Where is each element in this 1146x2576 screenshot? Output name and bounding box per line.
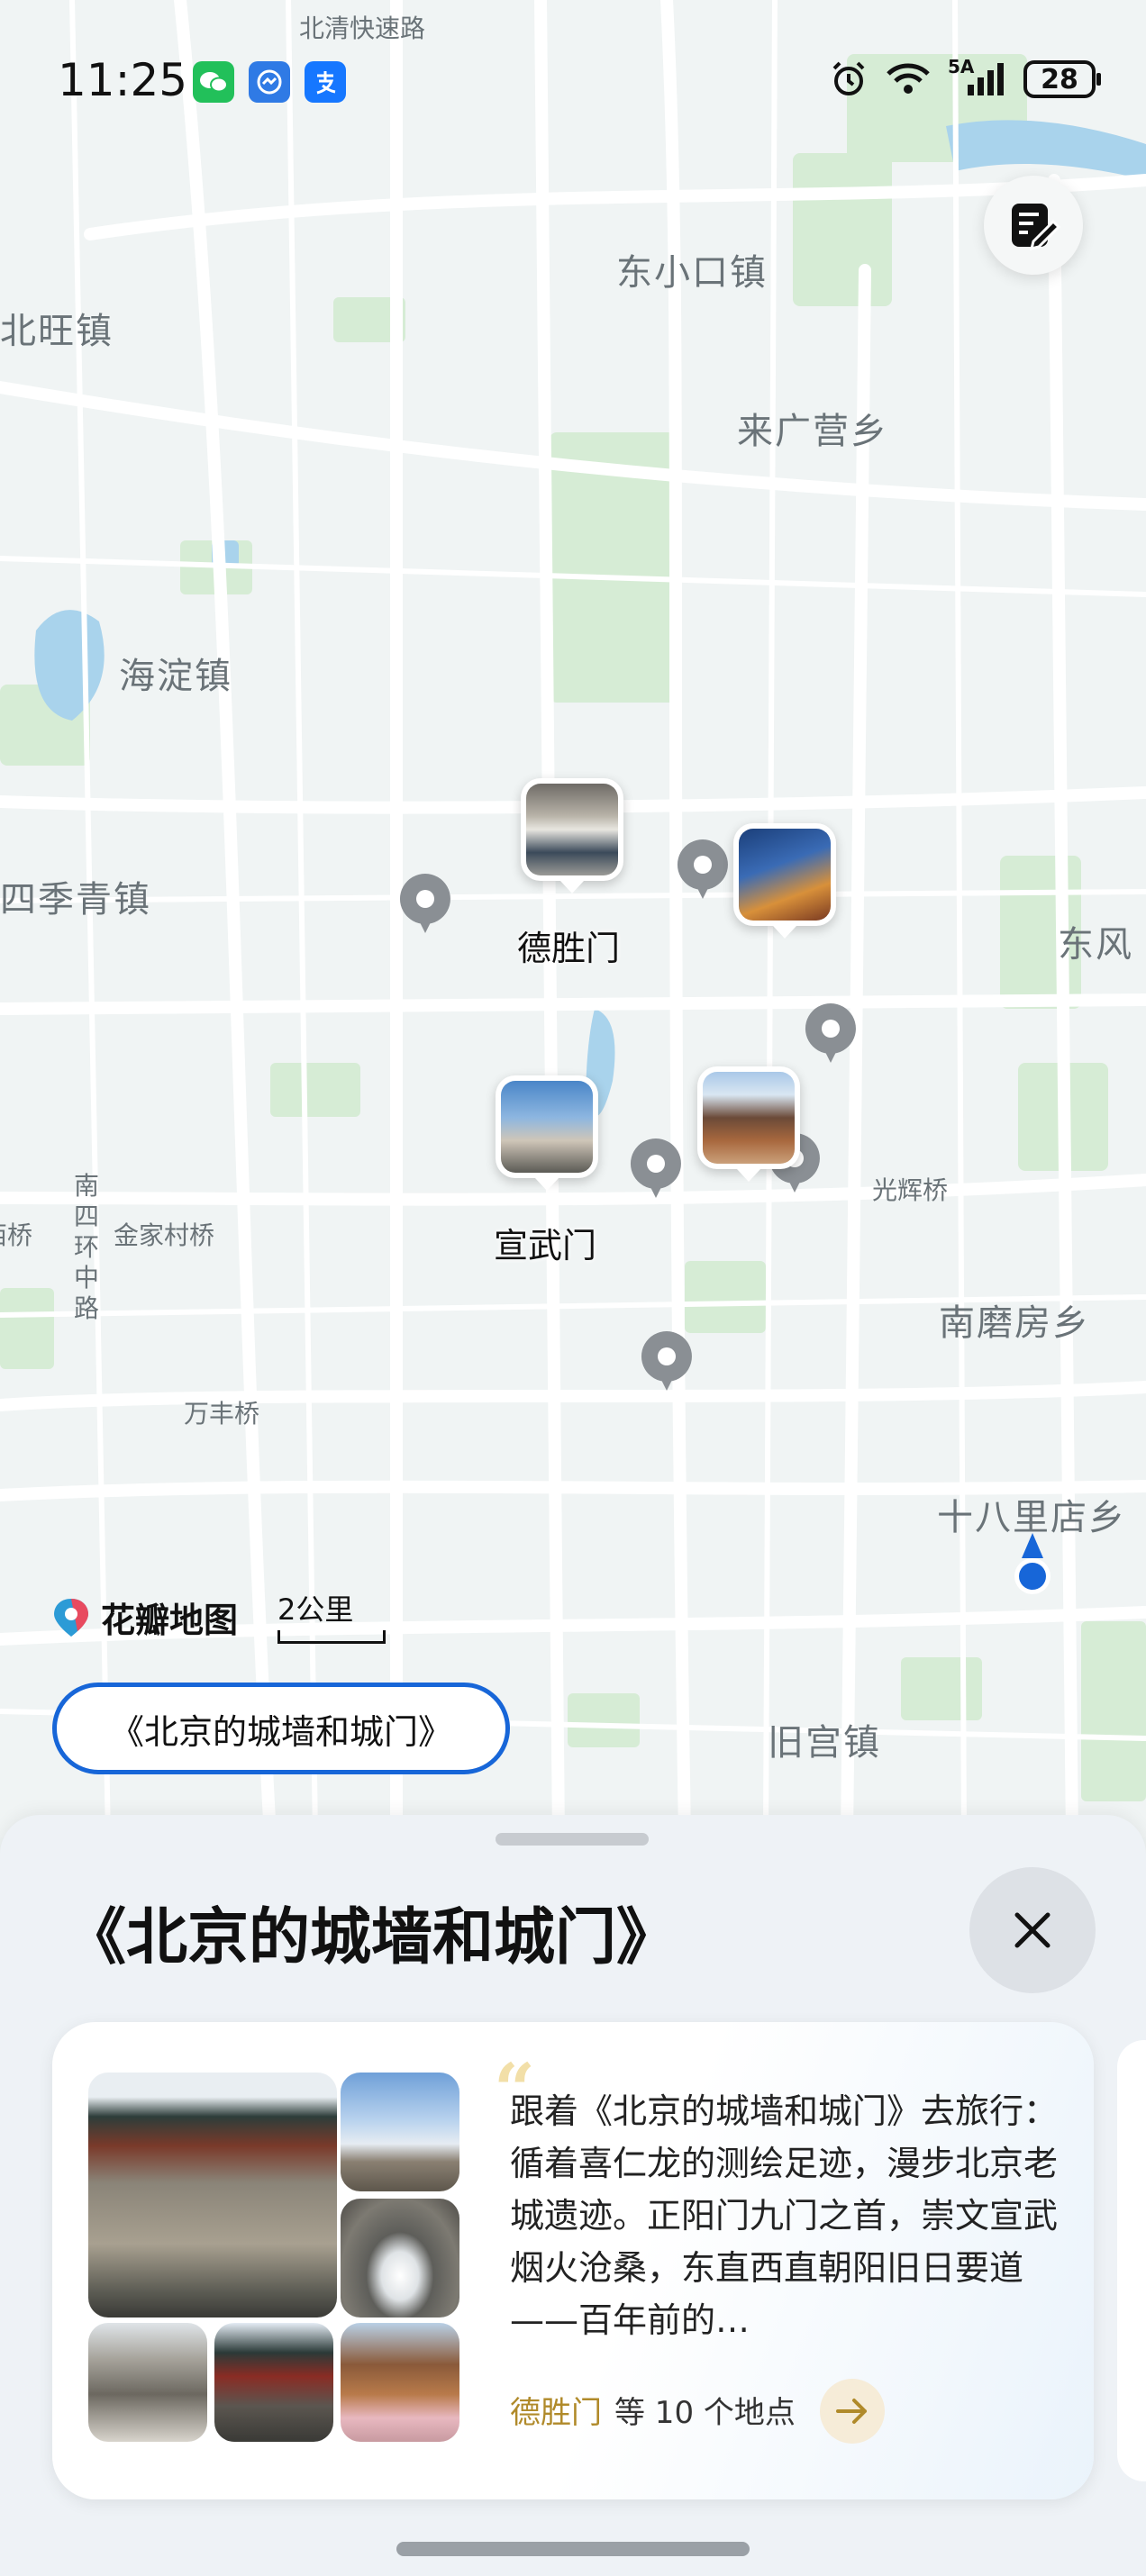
map-base xyxy=(0,0,1146,1837)
status-bar: 11:25 5A 28 xyxy=(0,54,1146,117)
messages-icon xyxy=(249,61,290,103)
home-indicator[interactable] xyxy=(396,2542,750,2556)
photo-pin-zhengyangmen[interactable] xyxy=(697,1066,800,1182)
arrow-right-icon xyxy=(836,2399,867,2424)
photo-pin-cityscape[interactable] xyxy=(733,823,836,939)
photo-pin-deshengmen[interactable] xyxy=(521,778,623,893)
view-places-button[interactable] xyxy=(820,2379,885,2444)
gate-photo xyxy=(341,2073,459,2191)
note-edit-button[interactable] xyxy=(984,176,1083,275)
map-label: 北清快速路 xyxy=(299,14,426,43)
bottom-sheet: 《北京的城墙和城门》 “ 跟着《北京的城墙和城门》去旅行：循着喜仁龙的测绘足迹，… xyxy=(0,1815,1146,2576)
battery-level: 28 xyxy=(1041,63,1078,95)
scale-bar xyxy=(277,1630,386,1644)
brand-name: 花瓣地图 xyxy=(101,1601,239,1640)
place-photo xyxy=(526,784,618,875)
scale-label: 2公里 xyxy=(277,1592,354,1627)
edit-note-icon xyxy=(1012,204,1060,251)
pin-label-deshengmen[interactable]: 德胜门 xyxy=(517,921,620,970)
place-photo xyxy=(703,1072,795,1164)
collection-description: 跟着《北京的城墙和城门》去旅行：循着喜仁龙的测绘足迹，漫步北京老城遗迹。正阳门九… xyxy=(510,2091,1059,2340)
pin-label-xuanwumen[interactable]: 宣武门 xyxy=(494,1218,596,1267)
system-icons: 5A 28 xyxy=(829,56,1101,99)
location-pin-icon[interactable] xyxy=(638,1328,696,1396)
close-button[interactable] xyxy=(969,1867,1096,1993)
wechat-icon xyxy=(193,61,234,103)
map-label: 海淀镇 xyxy=(119,656,232,697)
status-time: 11:25 xyxy=(58,54,188,106)
next-card-peek[interactable] xyxy=(1117,2040,1146,2481)
sheet-title: 《北京的城墙和城门》 xyxy=(65,1902,678,1973)
close-icon xyxy=(1014,1912,1050,1948)
place-photo xyxy=(501,1081,593,1173)
alarm-icon xyxy=(832,61,865,95)
collection-card[interactable]: “ 跟着《北京的城墙和城门》去旅行：循着喜仁龙的测绘足迹，漫步北京老城遗迹。正阳… xyxy=(52,2022,1094,2499)
cellular-signal-icon: 5A xyxy=(948,56,1007,99)
collection-chip[interactable]: 《北京的城墙和城门》 xyxy=(52,1683,510,1774)
place-count: 等 10 个地点 xyxy=(614,2395,796,2431)
map-view[interactable]: 北清快速路 东小口镇 北旺镇 来广营乡 海淀镇 四季青镇 东风 光辉桥 南磨房乡… xyxy=(0,0,1146,1837)
gate-photo xyxy=(214,2323,333,2442)
map-label: 南四环中路 xyxy=(74,1171,100,1323)
map-label: 东小口镇 xyxy=(616,252,768,294)
map-label: 来广营乡 xyxy=(737,411,888,452)
map-label: 四季青镇 xyxy=(0,879,151,921)
map-label: 万丰桥 xyxy=(184,1399,260,1429)
map-label: 东风 xyxy=(1058,924,1133,966)
location-pin-icon[interactable] xyxy=(627,1135,685,1203)
place-photo xyxy=(739,829,831,921)
gate-photo xyxy=(341,2199,459,2317)
map-scale: 2公里 xyxy=(277,1587,386,1644)
location-pin-icon[interactable] xyxy=(396,870,454,939)
petal-maps-logo-icon xyxy=(54,1598,88,1637)
location-pin-icon[interactable] xyxy=(802,1000,860,1068)
sheet-drag-handle[interactable] xyxy=(496,1833,649,1846)
current-location-icon xyxy=(1014,1533,1050,1594)
highlight-place[interactable]: 德胜门 xyxy=(510,2388,602,2432)
map-label: 金家村桥 xyxy=(114,1220,215,1250)
map-label: 南磨房乡 xyxy=(939,1302,1090,1344)
gate-photo-main xyxy=(88,2073,337,2317)
map-brand: 花瓣地图 xyxy=(52,1592,238,1642)
map-label: 旧宫镇 xyxy=(768,1722,881,1764)
wifi-icon xyxy=(887,63,930,94)
location-pin-icon[interactable] xyxy=(674,836,732,904)
gate-photo xyxy=(88,2323,207,2442)
alipay-icon xyxy=(305,61,346,103)
photo-pin-xuanwumen[interactable] xyxy=(496,1075,598,1191)
place-summary: 德胜门 等 10 个地点 xyxy=(510,2388,796,2432)
map-label: 北旺镇 xyxy=(0,311,114,352)
map-label: 西桥 xyxy=(0,1220,33,1250)
battery-icon: 28 xyxy=(1023,60,1101,98)
map-label: 光辉桥 xyxy=(872,1175,949,1205)
gate-photo xyxy=(341,2323,459,2442)
